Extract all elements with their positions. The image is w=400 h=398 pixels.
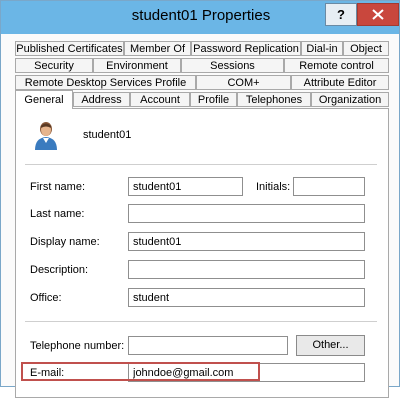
tab-object[interactable]: Object bbox=[343, 41, 389, 56]
separator bbox=[25, 321, 377, 322]
tab-security[interactable]: Security bbox=[15, 58, 93, 73]
initials-field[interactable] bbox=[293, 177, 365, 196]
properties-window: student01 Properties ? Published Certifi… bbox=[0, 0, 400, 398]
last-name-label: Last name: bbox=[30, 208, 85, 220]
tab-general[interactable]: General bbox=[15, 90, 73, 109]
email-highlight-box bbox=[21, 362, 260, 381]
tab-dial-in[interactable]: Dial-in bbox=[301, 41, 343, 56]
close-button[interactable] bbox=[357, 3, 399, 26]
tab-remote-control[interactable]: Remote control bbox=[284, 58, 389, 73]
tab-profile[interactable]: Profile bbox=[190, 92, 237, 107]
tab-password-replication[interactable]: Password Replication bbox=[191, 41, 301, 56]
display-name-field[interactable] bbox=[128, 232, 365, 251]
tab-telephones[interactable]: Telephones bbox=[237, 92, 311, 107]
tab-attribute-editor[interactable]: Attribute Editor bbox=[291, 75, 389, 90]
description-label: Description: bbox=[30, 264, 89, 276]
tab-address[interactable]: Address bbox=[73, 92, 130, 107]
close-icon bbox=[372, 9, 384, 20]
help-button[interactable]: ? bbox=[325, 3, 357, 26]
last-name-field[interactable] bbox=[128, 204, 365, 223]
office-field[interactable] bbox=[128, 288, 365, 307]
other-telephone-button[interactable]: Other... bbox=[296, 335, 365, 356]
tab-published-certificates[interactable]: Published Certificates bbox=[15, 41, 124, 56]
tab-environment[interactable]: Environment bbox=[93, 58, 181, 73]
first-name-label: First name: bbox=[30, 181, 86, 193]
tab-com-plus[interactable]: COM+ bbox=[196, 75, 291, 90]
telephone-field[interactable] bbox=[128, 336, 288, 355]
title-bar[interactable]: student01 Properties ? bbox=[1, 1, 399, 34]
tab-member-of[interactable]: Member Of bbox=[124, 41, 191, 56]
office-label: Office: bbox=[30, 292, 62, 304]
tab-sessions[interactable]: Sessions bbox=[181, 58, 284, 73]
tab-organization[interactable]: Organization bbox=[311, 92, 389, 107]
tab-remote-desktop-services-profile[interactable]: Remote Desktop Services Profile bbox=[15, 75, 196, 90]
user-icon bbox=[35, 122, 57, 150]
separator bbox=[25, 164, 377, 165]
display-name-label: Display name: bbox=[30, 236, 100, 248]
tab-account[interactable]: Account bbox=[130, 92, 190, 107]
first-name-field[interactable] bbox=[128, 177, 243, 196]
telephone-label: Telephone number: bbox=[30, 340, 125, 352]
user-display-name: student01 bbox=[83, 129, 132, 141]
initials-label: Initials: bbox=[256, 181, 291, 193]
description-field[interactable] bbox=[128, 260, 365, 279]
